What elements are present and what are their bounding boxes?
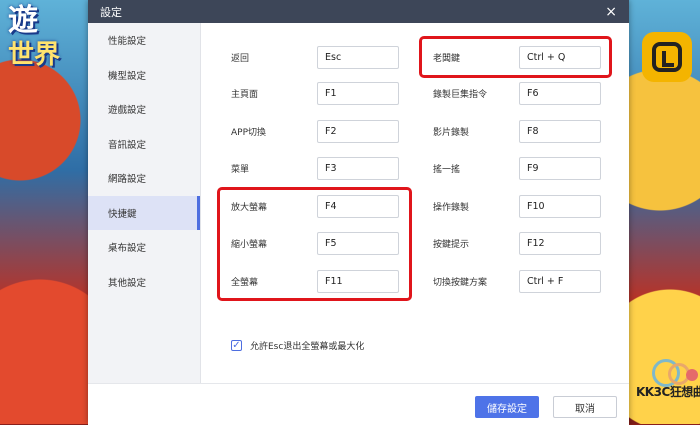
shortcut-key-field-video-record[interactable]: F8 bbox=[519, 120, 601, 143]
shortcut-key-field-menu[interactable]: F3 bbox=[317, 157, 399, 180]
cancel-button[interactable]: 取消 bbox=[553, 396, 617, 418]
shortcut-label: 菜單 bbox=[231, 165, 250, 175]
shortcut-label: 操作錄製 bbox=[433, 203, 470, 213]
sidebar-item-label: 機型設定 bbox=[108, 70, 147, 82]
watermark-text: KK3C狂想曲 bbox=[636, 385, 700, 399]
esc-exit-fullscreen-option[interactable]: ✓ 允許Esc退出全螢幕或最大化 bbox=[231, 339, 364, 352]
shortcut-key-field-back[interactable]: Esc bbox=[317, 46, 399, 69]
sidebar-item-label: 其他設定 bbox=[108, 277, 147, 289]
settings-dialog: 設定 × 性能設定 機型設定 遊戲設定 音訊設定 網路設定 快捷鍵 桌布設定 其… bbox=[88, 0, 700, 425]
shortcut-row-menu: 菜單 F3 bbox=[231, 157, 399, 180]
shortcut-label: 按鍵提示 bbox=[433, 240, 470, 250]
highlight-box-zoom-keys bbox=[217, 187, 412, 301]
shortcut-label: 主頁面 bbox=[231, 90, 259, 100]
shortcut-row-back: 返回 Esc bbox=[231, 46, 399, 69]
sidebar-item-label: 網路設定 bbox=[108, 174, 147, 186]
shortcut-key-field-shake[interactable]: F9 bbox=[519, 157, 601, 180]
shortcut-row-shake: 搖一搖 F9 bbox=[433, 157, 601, 180]
shortcuts-panel: 返回 Esc 主頁面 F1 APP切換 F2 菜單 F3 放大螢幕 F4 縮小螢… bbox=[201, 23, 700, 399]
sidebar-item-audio[interactable]: 音訊設定 bbox=[88, 127, 200, 162]
game-logo: 遊 世界 bbox=[8, 4, 88, 104]
shortcut-row-app-switch: APP切換 F2 bbox=[231, 120, 399, 143]
shortcut-label: APP切換 bbox=[231, 128, 267, 138]
game-logo-line1: 遊 bbox=[8, 3, 38, 38]
sidebar-item-device-model[interactable]: 機型設定 bbox=[88, 58, 200, 93]
shortcut-key-field-key-hint[interactable]: F12 bbox=[519, 232, 601, 255]
sidebar-item-other[interactable]: 其他設定 bbox=[88, 265, 200, 300]
shortcut-row-home: 主頁面 F1 bbox=[231, 82, 399, 105]
shortcut-row-video-record: 影片錄製 F8 bbox=[433, 120, 601, 143]
shortcut-key-field-operation-record[interactable]: F10 bbox=[519, 195, 601, 218]
shortcut-key-field-app-switch[interactable]: F2 bbox=[317, 120, 399, 143]
sidebar-item-label: 快捷鍵 bbox=[108, 208, 137, 220]
sidebar-item-shortcuts[interactable]: 快捷鍵 bbox=[88, 195, 200, 230]
shortcut-label: 影片錄製 bbox=[433, 128, 470, 138]
shortcut-key-field-switch-keymap[interactable]: Ctrl + F bbox=[519, 270, 601, 293]
sidebar-item-performance[interactable]: 性能設定 bbox=[88, 23, 200, 58]
sidebar-item-game[interactable]: 遊戲設定 bbox=[88, 92, 200, 127]
shortcut-label: 返回 bbox=[231, 54, 250, 64]
sidebar-item-label: 遊戲設定 bbox=[108, 105, 147, 117]
sidebar-item-label: 性能設定 bbox=[108, 36, 147, 48]
ldplayer-app-icon[interactable] bbox=[642, 32, 692, 82]
dialog-title: 設定 bbox=[100, 5, 122, 19]
esc-exit-fullscreen-label: 允許Esc退出全螢幕或最大化 bbox=[250, 342, 365, 352]
shortcut-key-field-macro-record[interactable]: F6 bbox=[519, 82, 601, 105]
shortcut-label: 錄製巨集指令 bbox=[433, 90, 488, 100]
shortcut-row-switch-keymap: 切換按鍵方案 Ctrl + F bbox=[433, 270, 601, 293]
sidebar-item-network[interactable]: 網路設定 bbox=[88, 161, 200, 196]
dialog-footer: 儲存設定 取消 bbox=[88, 383, 629, 425]
shortcut-row-key-hint: 按鍵提示 F12 bbox=[433, 232, 601, 255]
save-settings-button[interactable]: 儲存設定 bbox=[475, 396, 539, 418]
kk3c-watermark: KK3C狂想曲 bbox=[636, 359, 700, 403]
game-logo-line2: 世界 bbox=[8, 40, 61, 70]
sidebar-item-label: 音訊設定 bbox=[108, 139, 147, 151]
shortcut-key-field-home[interactable]: F1 bbox=[317, 82, 399, 105]
checkbox-checked-icon[interactable]: ✓ bbox=[231, 340, 242, 351]
close-icon[interactable]: × bbox=[605, 4, 617, 20]
shortcut-row-macro-record: 錄製巨集指令 F6 bbox=[433, 82, 601, 105]
shortcut-label: 搖一搖 bbox=[433, 165, 461, 175]
highlight-box-boss-key bbox=[419, 36, 612, 78]
settings-sidebar: 性能設定 機型設定 遊戲設定 音訊設定 網路設定 快捷鍵 桌布設定 其他設定 bbox=[88, 23, 201, 383]
sidebar-item-wallpaper[interactable]: 桌布設定 bbox=[88, 230, 200, 265]
shortcut-label: 切換按鍵方案 bbox=[433, 278, 488, 288]
shortcut-row-operation-record: 操作錄製 F10 bbox=[433, 195, 601, 218]
sidebar-item-label: 桌布設定 bbox=[108, 243, 147, 255]
dialog-titlebar: 設定 × bbox=[88, 0, 629, 23]
